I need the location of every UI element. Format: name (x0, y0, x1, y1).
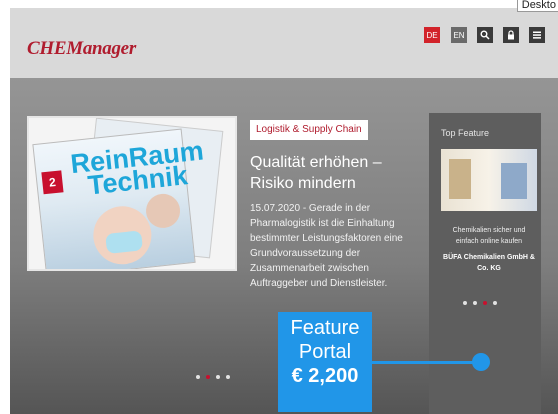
category-tag[interactable]: Logistik & Supply Chain (250, 120, 368, 140)
top-feature-description: Chemikalien sicher und einfach online ka… (452, 227, 526, 245)
lock-icon (508, 30, 514, 40)
hero-carousel-dots (196, 375, 230, 379)
menu-button[interactable] (529, 27, 545, 43)
cover-face-mask (105, 230, 144, 254)
site-header: CHEManager DE EN (10, 8, 558, 78)
carousel-dot-active[interactable] (483, 301, 487, 305)
top-feature-label: Top Feature (441, 128, 490, 138)
callout-line2: Portal (298, 341, 352, 363)
menu-icon (533, 31, 541, 39)
search-button[interactable] (477, 27, 493, 43)
article-teaser: 15.07.2020 - Gerade in der Pharmalogisti… (250, 203, 403, 289)
feature-portal-callout: Feature Portal € 2,200 (278, 312, 372, 412)
device-label: Deskto (516, 0, 558, 12)
cover-background-person (144, 192, 182, 230)
language-de-button[interactable]: DE (424, 27, 440, 43)
carousel-dot[interactable] (226, 375, 230, 379)
issue-number: 2 (41, 170, 64, 195)
top-feature-image[interactable] (441, 149, 537, 211)
carousel-dot[interactable] (473, 301, 477, 305)
language-en-button[interactable]: EN (451, 27, 467, 43)
carousel-dot[interactable] (493, 301, 497, 305)
carousel-dot[interactable] (463, 301, 467, 305)
callout-connector (372, 361, 480, 364)
callout-marker (472, 353, 490, 371)
article-title[interactable]: Qualität erhöhen – Risiko mindern (250, 152, 410, 194)
shelf-box (501, 163, 527, 199)
top-feature-carousel-dots (463, 301, 497, 305)
shelf-box (449, 159, 471, 199)
top-feature-company: BÜFA Chemikalien GmbH & Co. KG (443, 254, 535, 272)
callout-line1: Feature (290, 317, 360, 339)
site-logo[interactable]: CHEManager (27, 38, 136, 60)
top-feature-text[interactable]: Chemikalien sicher und einfach online ka… (441, 225, 537, 274)
carousel-dot[interactable] (196, 375, 200, 379)
login-button[interactable] (503, 27, 519, 43)
carousel-dot-active[interactable] (206, 375, 210, 379)
callout-price: € 2,200 (291, 365, 359, 387)
magazine-cover-image[interactable]: 2 ReinRaum Technik (27, 116, 237, 271)
magazine-front-cover: 2 ReinRaum Technik (32, 128, 205, 269)
search-icon (480, 30, 490, 40)
carousel-dot[interactable] (216, 375, 220, 379)
